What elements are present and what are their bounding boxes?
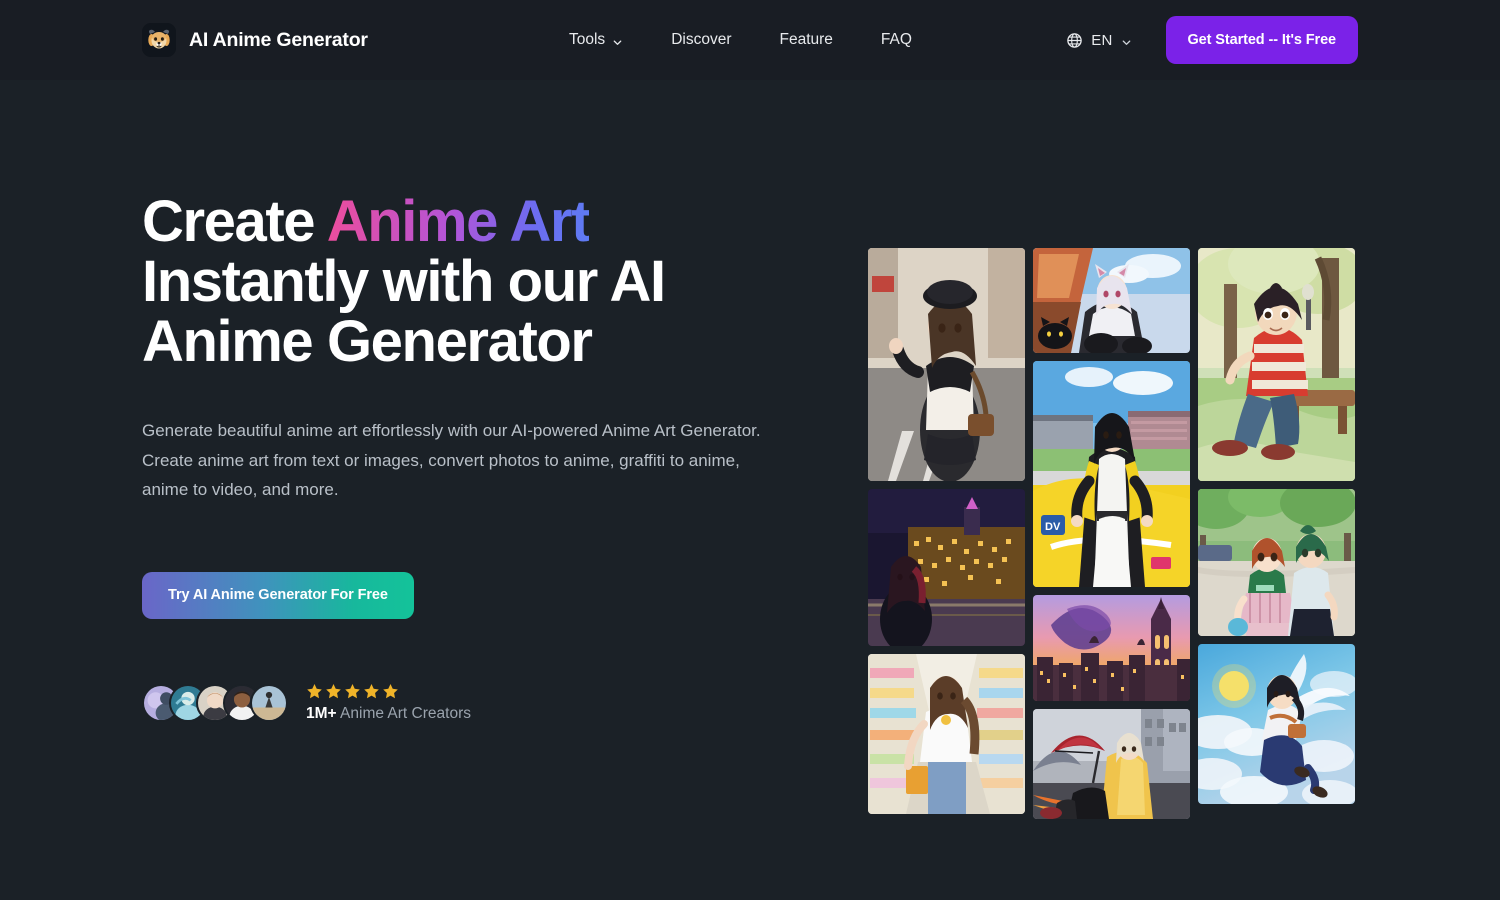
- creators-count-line: 1M+ Anime Art Creators: [306, 705, 471, 723]
- social-proof: 1M+ Anime Art Creators: [142, 683, 802, 723]
- star-icon: [363, 683, 380, 700]
- gallery-column-3: [1198, 248, 1355, 819]
- dog-face-logo-icon: [142, 23, 176, 57]
- hero-content: Create Anime Art Instantly with our AI An…: [142, 80, 802, 723]
- anime-girl-night-cityscape-image[interactable]: [868, 489, 1025, 646]
- avatar-stack: [142, 683, 288, 722]
- anime-couple-walking-street-image[interactable]: [1198, 489, 1355, 636]
- hero-title-line2: Instantly with our AI Anime Generator: [142, 249, 666, 374]
- gallery-column-1: [868, 248, 1025, 819]
- globe-icon: [1066, 32, 1083, 49]
- anime-boy-sitting-park-bench-image[interactable]: [1198, 248, 1355, 481]
- language-selector[interactable]: EN: [1066, 32, 1131, 49]
- nav-item-label: Feature: [779, 31, 833, 48]
- anime-girl-beret-city-street-image[interactable]: [868, 248, 1025, 481]
- nav-item-faq[interactable]: FAQ: [881, 31, 912, 49]
- header-actions: EN Get Started -- It's Free: [1066, 16, 1358, 64]
- creators-label: Anime Art Creators: [340, 704, 471, 722]
- nav-item-label: FAQ: [880, 31, 912, 48]
- page-title: Create Anime Art Instantly with our AI An…: [142, 192, 742, 372]
- anime-girl-supermarket-aisle-image[interactable]: [868, 654, 1025, 814]
- star-rating: [306, 683, 471, 700]
- svg-text:DV: DV: [1045, 521, 1061, 533]
- try-for-free-button[interactable]: Try AI Anime Generator For Free: [142, 571, 414, 619]
- get-started-button[interactable]: Get Started -- It's Free: [1165, 16, 1358, 64]
- anime-sunset-cathedral-cityscape-image[interactable]: [1033, 595, 1190, 701]
- anime-catgirl-maid-with-black-cat-image[interactable]: [1033, 248, 1190, 353]
- hero-section: Create Anime Art Instantly with our AI An…: [0, 80, 1500, 819]
- nav-item-tools[interactable]: Tools: [569, 31, 623, 49]
- chevron-down-icon: [1121, 35, 1132, 46]
- language-code: EN: [1091, 31, 1113, 49]
- star-icon: [325, 683, 342, 700]
- gallery-column-2: DV: [1033, 248, 1190, 819]
- hero-subtitle: Generate beautiful anime art effortlessl…: [142, 421, 761, 499]
- anime-girl-flying-with-wings-sky-image[interactable]: [1198, 644, 1355, 804]
- nav-item-label: Tools: [569, 31, 606, 48]
- nav-item-feature[interactable]: Feature: [779, 31, 832, 49]
- chevron-down-icon: [612, 35, 623, 46]
- avatar: [250, 683, 288, 722]
- brand-name: AI Anime Generator: [189, 28, 368, 51]
- hero-image-gallery: DV: [868, 248, 1355, 819]
- site-header: AI Anime Generator Tools Discover Featur…: [0, 0, 1500, 80]
- brand-logo-link[interactable]: AI Anime Generator: [142, 23, 368, 57]
- nav-item-label: Discover: [671, 31, 732, 48]
- anime-girl-red-umbrella-yellow-coat-image[interactable]: [1033, 709, 1190, 819]
- social-proof-text: 1M+ Anime Art Creators: [306, 683, 471, 723]
- star-icon: [344, 683, 361, 700]
- creators-count: 1M+: [306, 704, 337, 722]
- star-icon: [382, 683, 399, 700]
- main-navigation: Tools Discover Feature FAQ: [569, 31, 912, 49]
- nav-item-discover[interactable]: Discover: [671, 31, 731, 49]
- star-icon: [306, 683, 323, 700]
- anime-racer-girl-yellow-car-image[interactable]: DV: [1033, 361, 1190, 587]
- hero-title-highlight: Anime Art: [326, 189, 591, 254]
- hero-title-line1: Create: [142, 189, 327, 254]
